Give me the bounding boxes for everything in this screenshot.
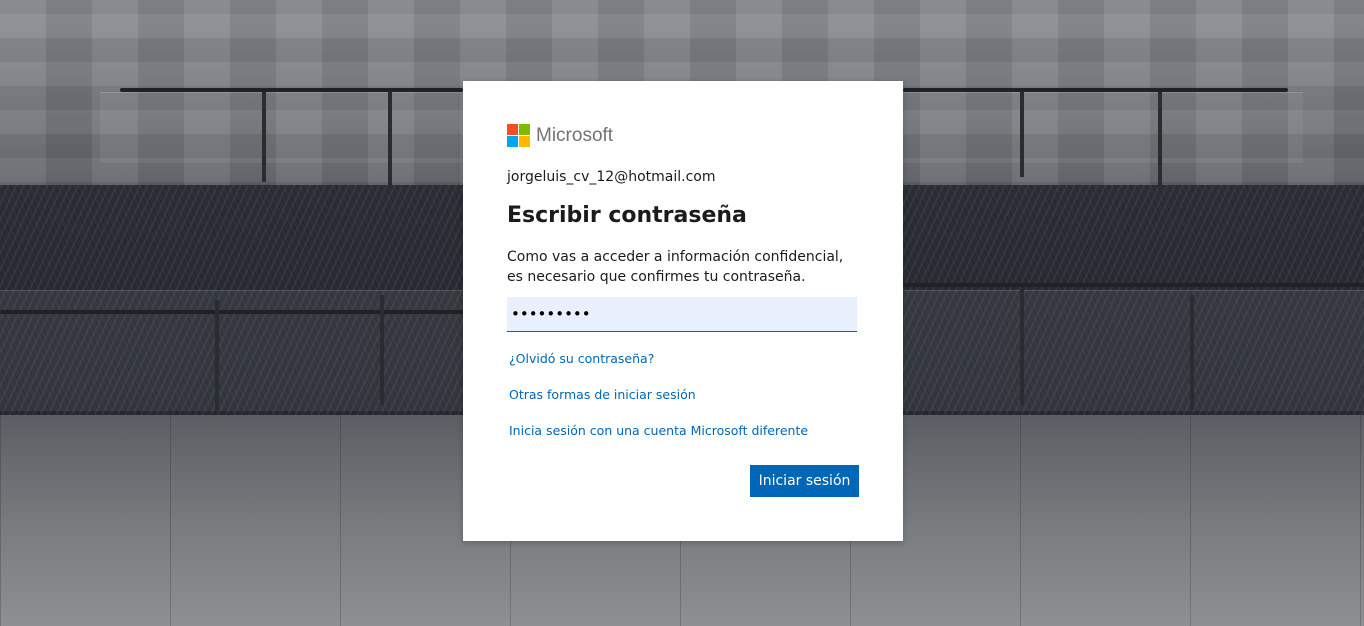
microsoft-logo-icon	[507, 124, 530, 147]
background-glass-rail	[100, 92, 463, 163]
background-post	[1158, 92, 1162, 187]
forgot-password-link[interactable]: ¿Olvidó su contraseña?	[509, 351, 654, 366]
background-rail	[903, 283, 1364, 287]
background-post	[1190, 295, 1194, 410]
account-identity: jorgeluis_cv_12@hotmail.com	[507, 169, 716, 185]
other-signin-options-link[interactable]: Otras formas de iniciar sesión	[509, 387, 696, 402]
background-post	[215, 300, 219, 410]
different-account-link[interactable]: Inicia sesión con una cuenta Microsoft d…	[509, 423, 808, 438]
password-input[interactable]	[507, 297, 857, 332]
background-rail	[903, 88, 1288, 92]
page-title: Escribir contraseña	[507, 203, 747, 228]
signin-card: Microsoft jorgeluis_cv_12@hotmail.com Es…	[463, 81, 903, 541]
background-post	[380, 295, 384, 405]
microsoft-logo: Microsoft	[507, 124, 613, 147]
background-glass-rail	[903, 290, 1364, 411]
background-post	[388, 92, 392, 187]
background-glass-rail	[0, 290, 463, 411]
background-post	[262, 92, 266, 182]
logo-text: Microsoft	[536, 124, 614, 146]
background-post	[1020, 290, 1024, 405]
signin-button[interactable]: Iniciar sesión	[750, 465, 859, 497]
background-post	[1020, 92, 1024, 177]
background-rail	[120, 88, 463, 92]
background-rail	[0, 310, 463, 314]
page-description: Como vas a acceder a información confide…	[507, 249, 844, 285]
background-glass-rail	[903, 92, 1303, 163]
